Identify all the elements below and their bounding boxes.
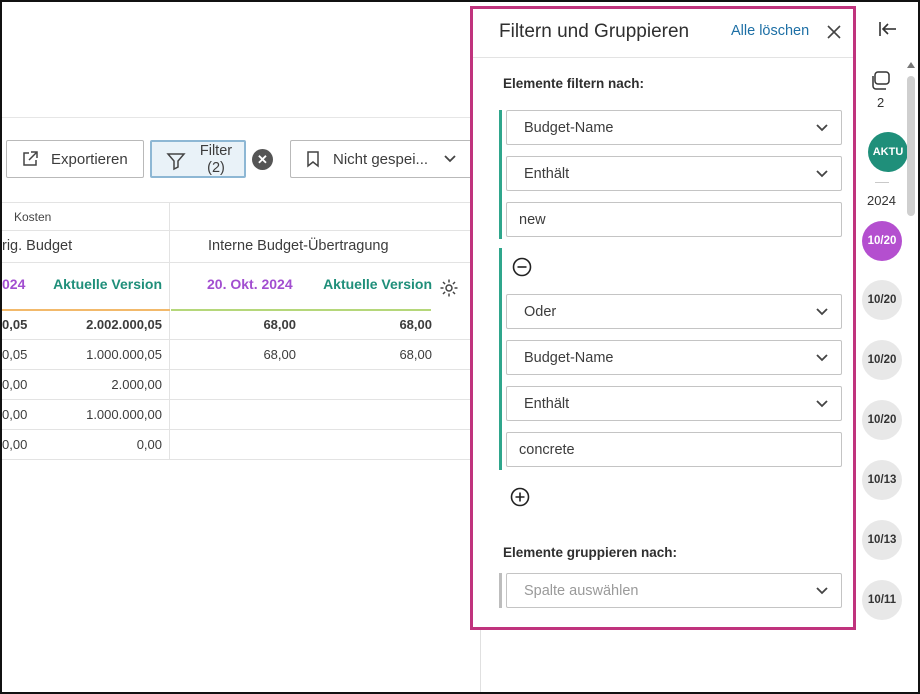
chevron-down-icon	[816, 308, 828, 316]
chevron-down-icon	[816, 124, 828, 132]
filter2-value-text: concrete	[519, 442, 575, 458]
chevron-down-icon	[816, 354, 828, 362]
column-header-date[interactable]: 20. Okt. 2024	[207, 276, 293, 292]
toolbar: Exportieren Filter (2) ✕ Nicht gespei...	[2, 140, 480, 180]
table-cell: 0,00	[2, 407, 28, 422]
close-icon[interactable]	[825, 23, 843, 41]
layers-icon[interactable]	[870, 70, 892, 92]
version-count: 2	[877, 95, 885, 110]
table-cell: 68,00	[263, 317, 296, 332]
column-header-date[interactable]: 024	[2, 276, 25, 292]
table-cell: 1.000.000,00	[86, 407, 162, 422]
column-header-current-version[interactable]: Aktuelle Version	[53, 276, 162, 292]
table-cell: 0,00	[2, 437, 28, 452]
scrollbar-thumb[interactable]	[907, 76, 915, 216]
table-cell: 2.000,00	[111, 377, 162, 392]
clear-all-link[interactable]: Alle löschen	[731, 23, 809, 39]
bookmark-icon	[307, 151, 319, 168]
timeline-entry[interactable]: 10/20	[862, 221, 902, 261]
cost-group-label: Kosten	[14, 210, 52, 224]
filter-icon	[166, 153, 186, 171]
filter1-value-text: new	[519, 212, 546, 228]
chevron-down-icon	[444, 155, 456, 163]
filter-section-heading: Elemente filtern nach:	[503, 76, 645, 91]
filter1-operator-select[interactable]: Enthält	[506, 156, 842, 191]
remove-filter-icon[interactable]	[512, 257, 532, 277]
group-column-placeholder: Spalte auswählen	[524, 583, 639, 599]
filter1-operator-value: Enthält	[524, 166, 570, 182]
table-cell: 68,00	[263, 347, 296, 362]
table-cell: 1.000.000,05	[86, 347, 162, 362]
export-button[interactable]: Exportieren	[6, 140, 144, 178]
collapse-panel-icon[interactable]	[878, 20, 898, 38]
filter-group-panel: Filtern und Gruppieren Alle löschen Elem…	[470, 6, 856, 630]
export-icon	[23, 151, 38, 166]
filter-count: (2)	[207, 160, 225, 176]
scroll-up-arrow[interactable]	[907, 62, 915, 68]
timeline-entry[interactable]: 10/20	[862, 280, 902, 320]
filter-label: Filter	[199, 143, 233, 159]
saved-view-dropdown[interactable]: Nicht gespei...	[290, 140, 480, 178]
chevron-down-icon	[816, 587, 828, 595]
table-cell: 68,00	[399, 317, 432, 332]
gear-icon[interactable]	[439, 278, 459, 298]
timeline-year: 2024	[867, 193, 896, 208]
group-section-heading: Elemente gruppieren nach:	[503, 545, 678, 560]
table-cell: 0,00	[136, 437, 162, 452]
combinator-select[interactable]: Oder	[506, 294, 842, 329]
add-filter-icon[interactable]	[510, 487, 530, 507]
budget-table-area: Exportieren Filter (2) ✕ Nicht gespei...	[2, 2, 480, 692]
panel-title: Filtern und Gruppieren	[499, 21, 690, 42]
saved-view-label: Nicht gespei...	[333, 150, 429, 168]
filter1-field-value: Budget-Name	[524, 120, 614, 136]
column-group-original-budget: rig. Budget	[2, 238, 73, 254]
timeline-entry[interactable]: 10/20	[862, 400, 902, 440]
column-group-internal-transfer: Interne Budget-Übertragung	[208, 238, 389, 254]
chevron-down-icon	[816, 170, 828, 178]
combinator-value: Oder	[524, 304, 557, 320]
filter-button[interactable]: Filter (2)	[150, 140, 246, 178]
table-cell: 0,00	[2, 377, 28, 392]
table-cell: 68,00	[399, 347, 432, 362]
filter2-operator-value: Enthält	[524, 396, 570, 412]
filter2-value-input[interactable]: concrete	[506, 432, 842, 467]
table-cell: 2.002.000,05	[86, 317, 162, 332]
timeline-entry[interactable]: 10/20	[862, 340, 902, 380]
timeline-entry[interactable]: 10/13	[862, 520, 902, 560]
filter2-field-value: Budget-Name	[524, 350, 614, 366]
chevron-down-icon	[816, 400, 828, 408]
group-column-select[interactable]: Spalte auswählen	[506, 573, 842, 608]
filter2-operator-select[interactable]: Enthält	[506, 386, 842, 421]
export-label: Exportieren	[51, 150, 128, 168]
filter1-field-select[interactable]: Budget-Name	[506, 110, 842, 145]
table-cell: 0,05	[2, 317, 28, 332]
timeline-entry[interactable]: 10/11	[862, 580, 902, 620]
table-cell: 0,05	[2, 347, 28, 362]
filter1-value-input[interactable]: new	[506, 202, 842, 237]
clear-filter-icon[interactable]: ✕	[252, 149, 273, 170]
filter2-field-select[interactable]: Budget-Name	[506, 340, 842, 375]
column-header-current-version[interactable]: Aktuelle Version	[323, 276, 432, 292]
current-version-badge[interactable]: AKTU	[868, 132, 908, 172]
timeline-entry[interactable]: 10/13	[862, 460, 902, 500]
